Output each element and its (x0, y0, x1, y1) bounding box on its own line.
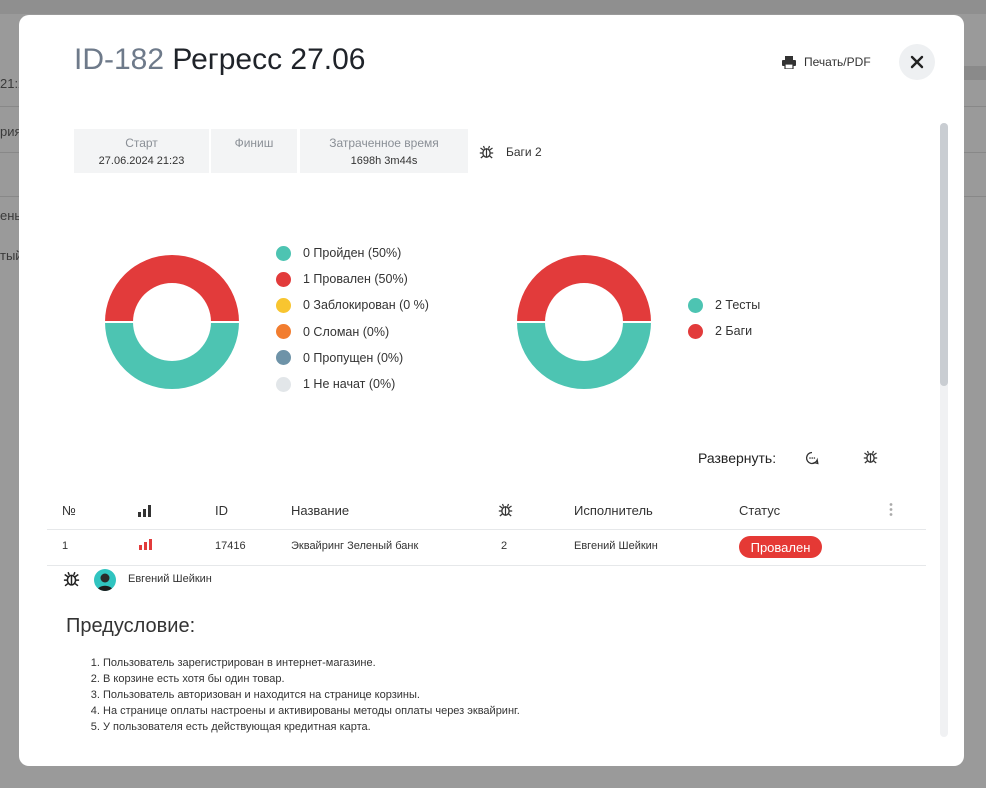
background-top-bar (0, 0, 986, 14)
stat-spent-label: Затраченное время (329, 136, 439, 150)
bugs-donut-tests (517, 322, 651, 389)
print-pdf-label: Печать/PDF (804, 55, 871, 69)
legend-label: 1 Не начат (0%) (303, 377, 396, 392)
column-header-id: ID (215, 503, 228, 518)
priority-high-icon (139, 539, 152, 550)
close-icon (910, 55, 924, 69)
stat-start: Старт 27.06.2024 21:23 (74, 129, 209, 173)
status-donut-failed (105, 255, 239, 322)
status-legend: 0 Пройден (50%) 1 Провален (50%) 0 Забло… (276, 240, 429, 397)
legend-item-skipped: 0 Пропущен (0%) (276, 345, 429, 371)
status-badge: Провален (739, 536, 822, 558)
stat-bugs: Баги 2 (479, 145, 542, 159)
bugs-legend: 2 Тесты 2 Баги (688, 292, 760, 344)
legend-label: 2 Тесты (715, 298, 761, 313)
precondition-list: Пользователь зарегистрирован в интернет-… (89, 655, 520, 735)
close-button[interactable] (899, 44, 935, 80)
legend-label: 1 Провален (50%) (303, 272, 408, 287)
expand-label: Развернуть: (698, 450, 777, 466)
legend-dot (688, 323, 703, 339)
legend-dot (276, 297, 291, 313)
legend-item-not-started: 1 Не начат (0%) (276, 371, 429, 397)
legend-dot (276, 376, 291, 392)
stat-bugs-label: Баги 2 (506, 145, 542, 159)
cell-id: 17416 (215, 540, 246, 552)
legend-label: 0 Заблокирован (0 %) (303, 298, 429, 313)
list-item: На странице оплаты настроены и активиров… (103, 703, 520, 719)
row-divider (47, 565, 926, 566)
more-options-icon[interactable] (888, 502, 894, 518)
expand-comments-icon[interactable] (805, 451, 819, 465)
legend-dot (688, 297, 703, 313)
legend-item-blocked: 0 Заблокирован (0 %) (276, 292, 429, 318)
detail-assignee: Евгений Шейкин (128, 573, 212, 585)
column-header-status: Статус (739, 503, 781, 518)
legend-item-passed: 0 Пройден (50%) (276, 240, 429, 266)
list-item: У пользователя есть действующая кредитна… (103, 719, 520, 735)
legend-dot (276, 324, 291, 340)
column-header-name: Название (291, 503, 350, 518)
test-run-modal: ID-182 Регресс 27.06 Печать/PDF Старт 27… (19, 15, 964, 766)
bug-header-icon (498, 503, 513, 517)
legend-item-broken: 0 Сломан (0%) (276, 319, 429, 345)
stat-finish: Финиш (211, 129, 297, 173)
avatar-person-icon (97, 573, 113, 591)
run-id: ID-182 (74, 43, 165, 76)
stat-spent-time: Затраченное время 1698h 3m44s (300, 129, 468, 173)
bugs-donut-bugs (517, 255, 651, 322)
stat-start-value: 27.06.2024 21:23 (98, 155, 185, 167)
legend-dot (276, 245, 291, 261)
print-pdf-button[interactable]: Печать/PDF (782, 55, 871, 69)
stat-start-label: Старт (125, 136, 158, 150)
precondition-title: Предусловие: (66, 615, 196, 637)
status-donut-passed (105, 322, 239, 389)
page-title: ID-182 Регресс 27.06 (74, 43, 366, 77)
bugs-donut-chart (517, 255, 651, 389)
status-donut-chart (105, 255, 239, 389)
stat-spent-value: 1698h 3m44s (350, 155, 418, 167)
legend-label: 2 Баги (715, 324, 753, 339)
bug-icon (479, 145, 494, 159)
background-right-strip (964, 66, 986, 80)
legend-dot (276, 271, 291, 287)
priority-header-icon (138, 505, 151, 517)
list-item: Пользователь зарегистрирован в интернет-… (103, 655, 520, 671)
legend-dot (276, 350, 291, 366)
header-divider (47, 529, 926, 530)
column-header-assignee: Исполнитель (574, 503, 653, 518)
list-item: Пользователь авторизован и находится на … (103, 687, 520, 703)
column-header-num: № (62, 503, 76, 518)
run-name: Регресс 27.06 (172, 43, 366, 76)
legend-label: 0 Пройден (50%) (303, 246, 402, 261)
printer-icon (782, 55, 796, 69)
legend-item-tests: 2 Тесты (688, 292, 760, 318)
list-item: В корзине есть хотя бы один товар. (103, 671, 520, 687)
bug-icon[interactable] (63, 571, 80, 587)
legend-label: 0 Сломан (0%) (303, 324, 390, 339)
cell-assignee: Евгений Шейкин (574, 540, 658, 552)
legend-item-bugs: 2 Баги (688, 318, 760, 344)
scrollbar-thumb[interactable] (940, 123, 948, 386)
cell-bugs: 2 (501, 540, 508, 552)
cell-num: 1 (62, 540, 69, 552)
cell-name: Эквайринг Зеленый банк (291, 540, 419, 552)
stat-finish-label: Финиш (234, 136, 274, 150)
legend-label: 0 Пропущен (0%) (303, 350, 404, 365)
legend-item-failed: 1 Провален (50%) (276, 266, 429, 292)
expand-bugs-icon[interactable] (863, 450, 878, 464)
avatar (94, 569, 116, 591)
